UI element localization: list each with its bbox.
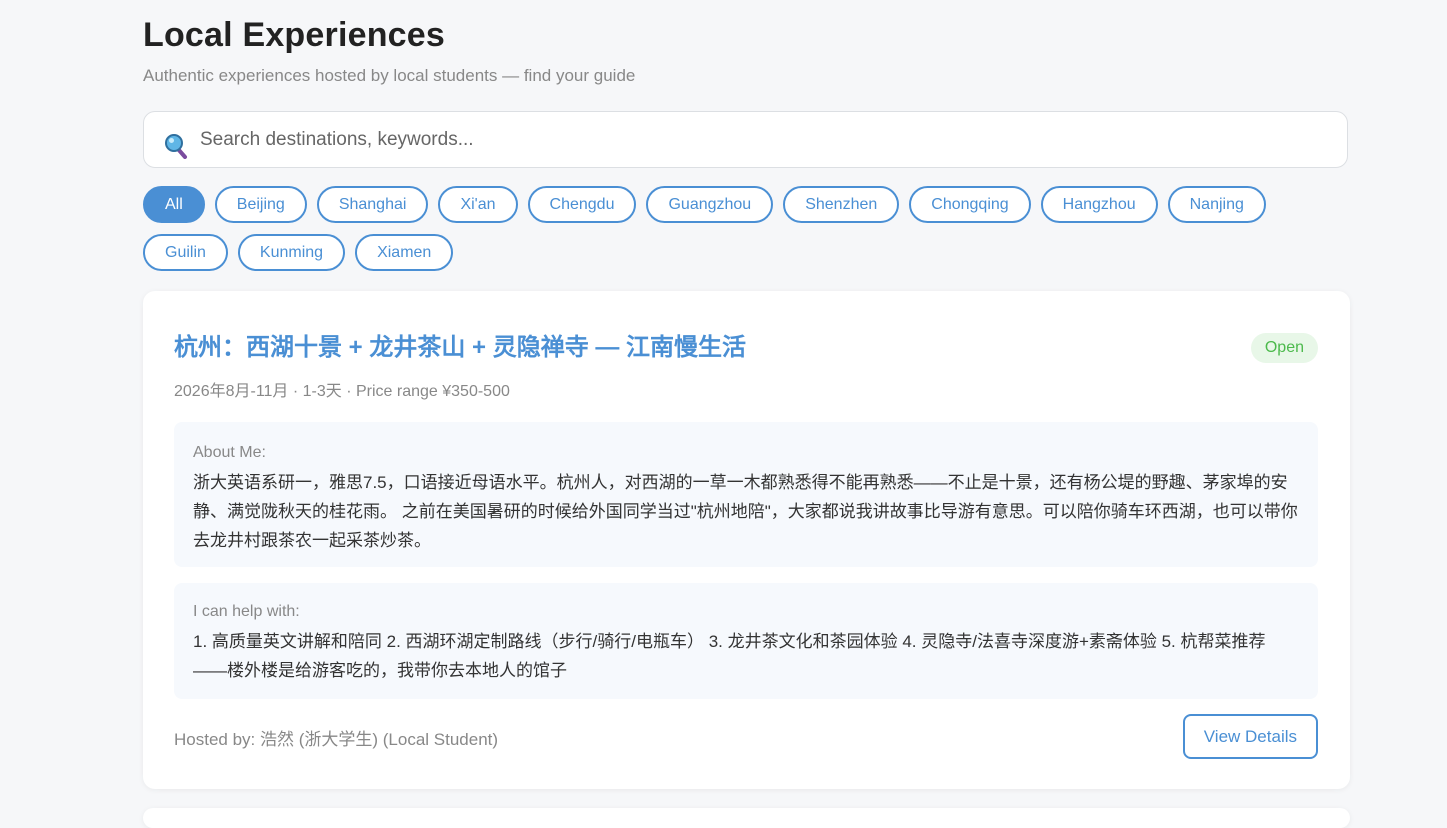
filter-chip-nanjing[interactable]: Nanjing (1167, 186, 1266, 223)
about-me-section: About Me: 浙大英语系研一，雅思7.5，口语接近母语水平。杭州人，对西湖… (174, 422, 1318, 567)
view-details-button[interactable]: View Details (1182, 714, 1318, 759)
about-me-label: About Me: (193, 444, 266, 461)
page-title: Local Experiences (143, 16, 445, 54)
filter-chip-xian[interactable]: Xi'an (438, 186, 518, 223)
filter-chip-kunming[interactable]: Kunming (237, 234, 346, 271)
filter-chip-guilin[interactable]: Guilin (143, 234, 228, 271)
next-experience-card (143, 808, 1350, 828)
filter-chip-guangzhou[interactable]: Guangzhou (646, 186, 774, 223)
search-input[interactable] (200, 120, 1320, 160)
help-with-label: I can help with: (193, 603, 300, 620)
destination-filter: All Beijing Shanghai Xi'an Chengdu Guang… (143, 186, 1350, 271)
search-icon (164, 133, 188, 159)
filter-chip-shenzhen[interactable]: Shenzhen (783, 186, 900, 223)
filter-chip-chongqing[interactable]: Chongqing (909, 186, 1031, 223)
filter-chip-beijing[interactable]: Beijing (214, 186, 307, 223)
help-with-section: I can help with: 1. 高质量英文讲解和陪同 2. 西湖环湖定制… (174, 583, 1318, 699)
experience-card: 杭州：西湖十景 + 龙井茶山 + 灵隐禅寺 — 江南慢生活 Open 2026年… (143, 291, 1350, 789)
search-bar (143, 111, 1348, 168)
filter-chip-shanghai[interactable]: Shanghai (316, 186, 429, 223)
help-with-text: 1. 高质量英文讲解和陪同 2. 西湖环湖定制路线（步行/骑行/电瓶车） 3. … (193, 632, 1266, 680)
filter-chip-all[interactable]: All (143, 186, 205, 223)
experience-title[interactable]: 杭州：西湖十景 + 龙井茶山 + 灵隐禅寺 — 江南慢生活 (174, 327, 746, 362)
about-me-text: 浙大英语系研一，雅思7.5，口语接近母语水平。杭州人，对西湖的一草一木都熟悉得不… (193, 473, 1298, 550)
filter-chip-hangzhou[interactable]: Hangzhou (1040, 186, 1158, 223)
host-info: Hosted by: 浩然 (浙大学生) (Local Student) (174, 730, 499, 749)
page-subtitle: Authentic experiences hosted by local st… (143, 66, 636, 85)
filter-chip-xiamen[interactable]: Xiamen (355, 234, 454, 271)
filter-chip-chengdu[interactable]: Chengdu (527, 186, 637, 223)
status-badge: Open (1250, 333, 1318, 363)
experience-meta: 2026年8月-11月 · 1-3天 · Price range ¥350-50… (174, 383, 510, 400)
